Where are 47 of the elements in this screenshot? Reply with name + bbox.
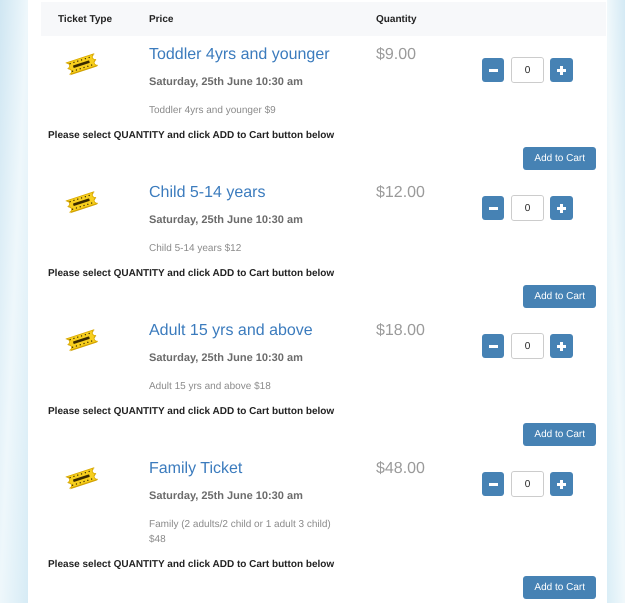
minus-icon xyxy=(488,206,498,210)
plus-icon xyxy=(557,480,566,488)
ticket-title: Family Ticket xyxy=(149,459,242,479)
quantity-field[interactable]: 0 xyxy=(511,333,544,359)
ticket-price: $9.00 xyxy=(376,45,416,65)
decrease-button[interactable] xyxy=(482,334,504,358)
add-to-cart-button[interactable]: Add to Cart xyxy=(523,576,596,599)
quantity-field[interactable]: 0 xyxy=(511,195,544,221)
instruction-text: Please select QUANTITY and click ADD to Cart button below xyxy=(48,558,334,572)
plus-icon xyxy=(557,66,566,74)
decrease-button[interactable] xyxy=(482,472,504,496)
add-to-cart-button[interactable]: Add to Cart xyxy=(523,147,596,170)
column-header: Price xyxy=(149,12,174,26)
instruction-text: Please select QUANTITY and click ADD to Cart button below xyxy=(48,267,334,281)
instruction-text: Please select QUANTITY and click ADD to Cart button below xyxy=(48,405,334,419)
ticket-title: Toddler 4yrs and younger xyxy=(149,45,330,65)
increase-button[interactable] xyxy=(550,58,573,82)
minus-icon xyxy=(488,68,498,72)
event-date: Saturday, 25th June 10:30 am xyxy=(149,351,303,365)
minus-icon xyxy=(488,482,498,486)
ticket-price: $12.00 xyxy=(376,183,425,203)
event-date: Saturday, 25th June 10:30 am xyxy=(149,489,303,503)
increase-button[interactable] xyxy=(550,472,573,496)
ticket-description: Child 5-14 years $12 xyxy=(149,242,242,256)
decrease-button[interactable] xyxy=(482,196,504,220)
ticket-description: Toddler 4yrs and younger $9 xyxy=(149,104,276,118)
ticket-price: $18.00 xyxy=(376,321,425,341)
ticket-title: Child 5-14 years xyxy=(149,183,266,203)
decrease-button[interactable] xyxy=(482,58,504,82)
quantity-field[interactable]: 0 xyxy=(511,471,544,497)
event-date: Saturday, 25th June 10:30 am xyxy=(149,75,303,89)
ticket-description: Family (2 adults/2 child or 1 adult 3 child) $48 xyxy=(149,518,332,547)
column-header: Quantity xyxy=(376,12,417,26)
column-header: Ticket Type xyxy=(58,12,112,26)
ticket-title: Adult 15 yrs and above xyxy=(149,321,313,341)
event-date: Saturday, 25th June 10:30 am xyxy=(149,213,303,227)
add-to-cart-button[interactable]: Add to Cart xyxy=(523,285,596,308)
instruction-text: Please select QUANTITY and click ADD to Cart button below xyxy=(48,129,334,143)
add-to-cart-button[interactable]: Add to Cart xyxy=(523,423,596,446)
plus-icon xyxy=(557,342,566,350)
plus-icon xyxy=(557,204,566,212)
increase-button[interactable] xyxy=(550,334,573,358)
ticket-price: $48.00 xyxy=(376,459,425,479)
increase-button[interactable] xyxy=(550,196,573,220)
minus-icon xyxy=(488,344,498,348)
quantity-field[interactable]: 0 xyxy=(511,57,544,83)
ticket-description: Adult 15 yrs and above $18 xyxy=(149,380,271,394)
